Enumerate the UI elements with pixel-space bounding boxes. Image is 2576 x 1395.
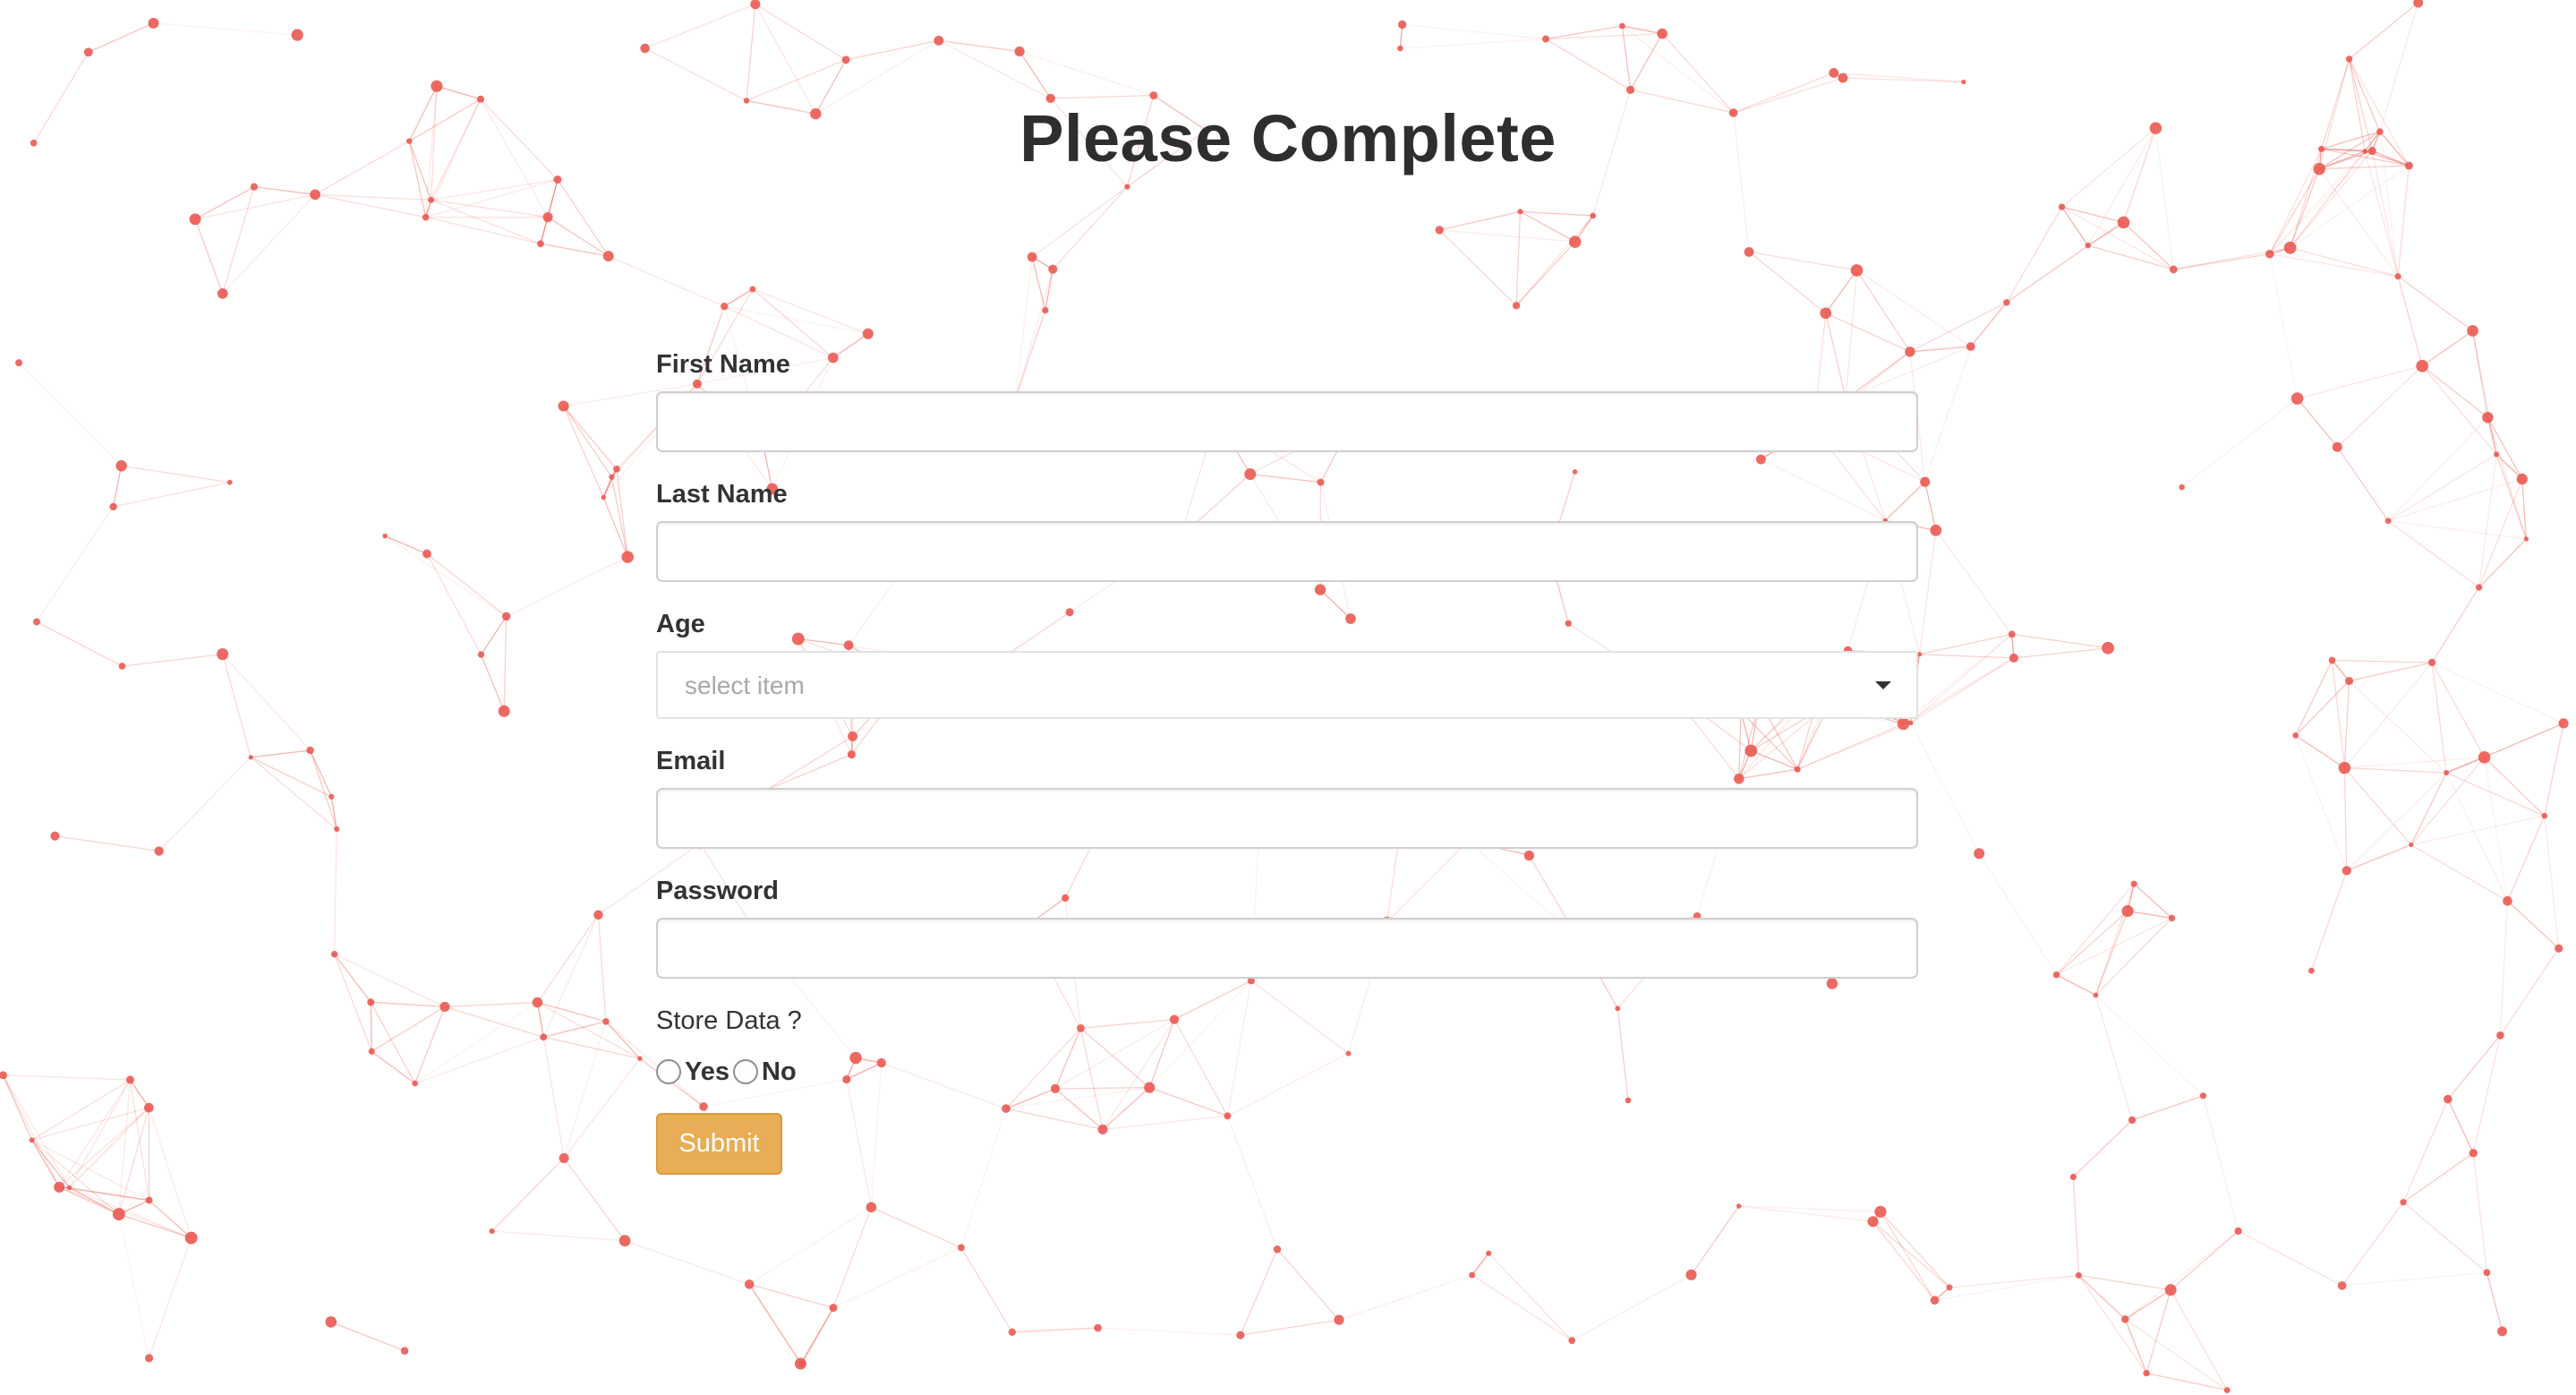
caret-down-icon bbox=[1875, 681, 1891, 689]
password-input[interactable] bbox=[656, 918, 1918, 979]
yes-radio[interactable] bbox=[656, 1059, 681, 1084]
first-name-field: First Name bbox=[656, 349, 1918, 452]
last-name-field: Last Name bbox=[656, 479, 1918, 582]
page: Please Complete First Name Last Name Age… bbox=[0, 0, 2576, 1395]
store-data-radio-group: Yes No bbox=[656, 1056, 1918, 1088]
store-data-question: Store Data ? bbox=[656, 1006, 802, 1035]
age-select-placeholder: select item bbox=[685, 672, 805, 699]
password-label: Password bbox=[656, 877, 779, 905]
age-label: Age bbox=[656, 610, 705, 638]
signup-form: First Name Last Name Age select item Ema… bbox=[656, 349, 1918, 1175]
age-field: Age select item bbox=[656, 609, 1918, 719]
page-title: Please Complete bbox=[1019, 101, 1557, 175]
email-input[interactable] bbox=[656, 788, 1918, 849]
last-name-label: Last Name bbox=[656, 480, 788, 509]
page-content: Please Complete First Name Last Name Age… bbox=[0, 0, 2576, 1395]
first-name-label: First Name bbox=[656, 350, 790, 379]
password-field: Password bbox=[656, 876, 1918, 979]
first-name-input[interactable] bbox=[656, 391, 1918, 452]
submit-button[interactable]: Submit bbox=[656, 1113, 782, 1175]
store-data-option-yes[interactable]: Yes bbox=[656, 1057, 733, 1087]
store-data-option-no[interactable]: No bbox=[733, 1057, 800, 1087]
email-label: Email bbox=[656, 747, 726, 775]
last-name-input[interactable] bbox=[656, 521, 1918, 582]
no-radio[interactable] bbox=[733, 1059, 758, 1084]
yes-radio-label: Yes bbox=[685, 1057, 729, 1086]
no-radio-label: No bbox=[762, 1057, 797, 1086]
age-select[interactable]: select item bbox=[656, 651, 1918, 719]
email-field: Email bbox=[656, 746, 1918, 849]
